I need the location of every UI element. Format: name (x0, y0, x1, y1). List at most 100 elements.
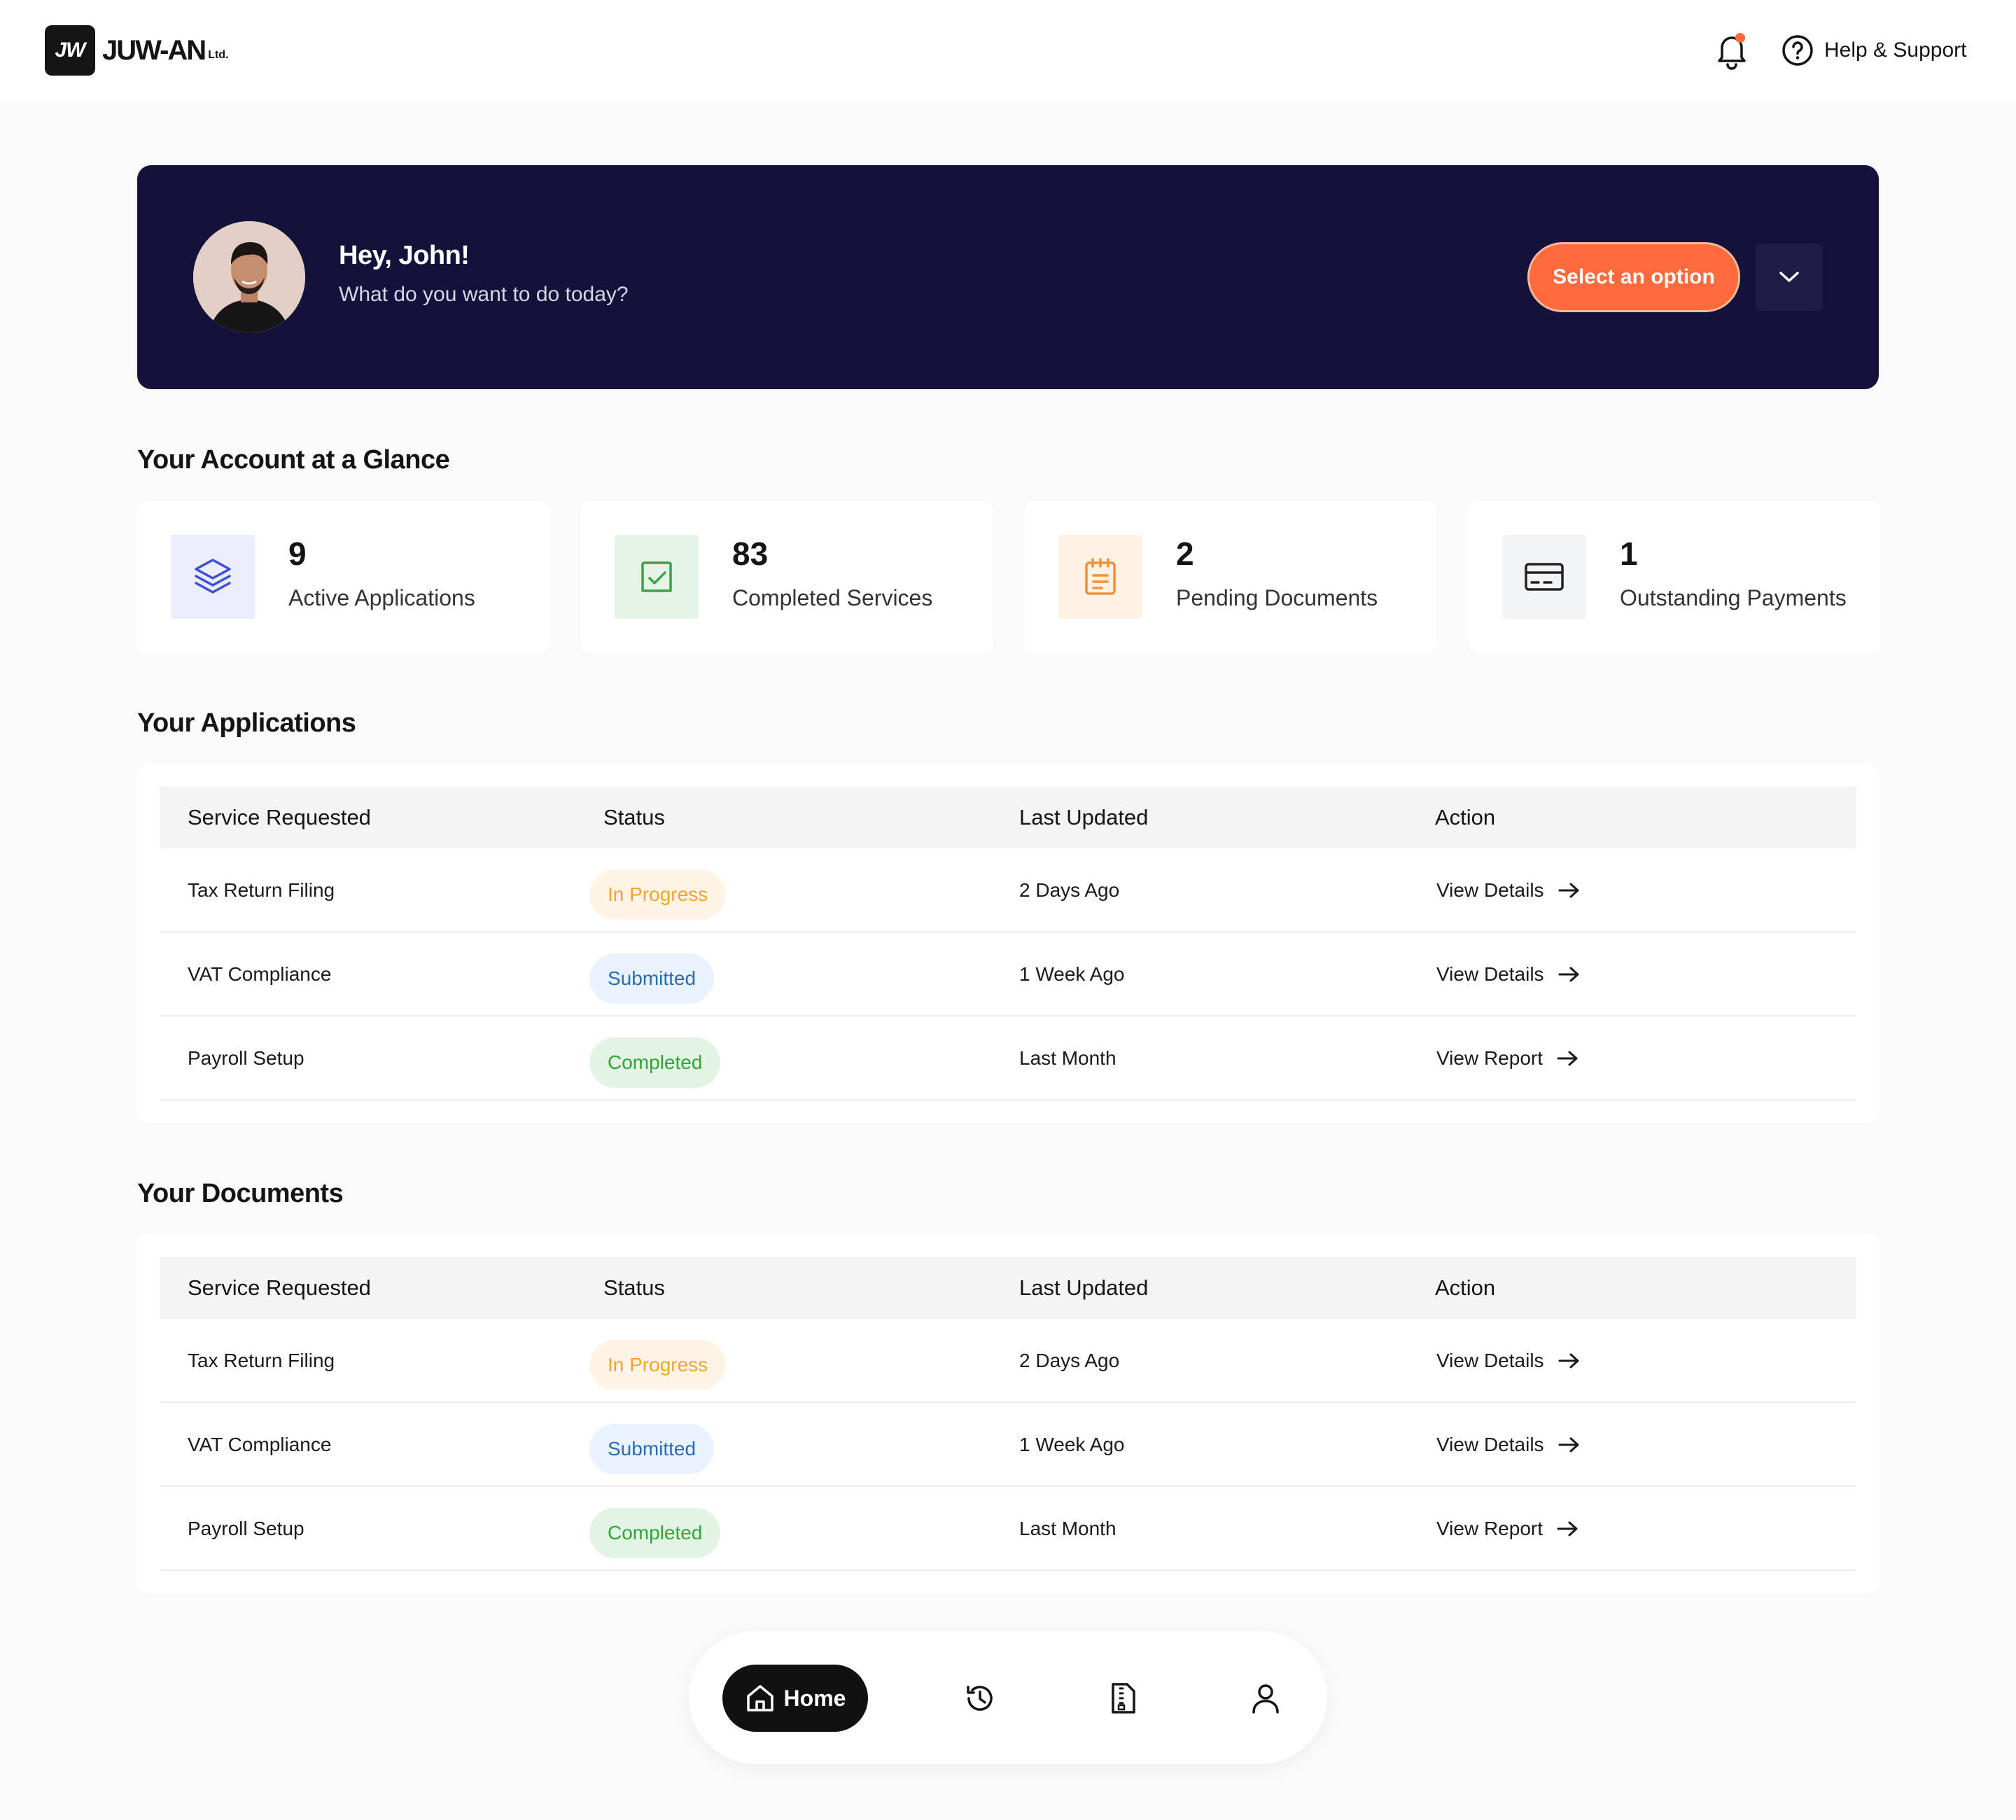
stat-label: Outstanding Payments (1620, 585, 1847, 610)
top-bar: JW JUW-AN Ltd. Help & Support (0, 0, 2016, 101)
column-header[interactable]: Status (603, 1257, 665, 1319)
status-badge: In Progress (589, 869, 727, 920)
table-header: Service Requested Status Last Updated Ac… (160, 1257, 1856, 1319)
greeting-title: Hey, John! (339, 241, 470, 270)
help-circle-icon (1782, 35, 1813, 66)
column-header[interactable]: Service Requested (188, 1257, 371, 1319)
card-icon (1525, 563, 1564, 591)
column-header[interactable]: Action (1435, 1257, 1495, 1319)
notification-bell-icon[interactable] (1714, 31, 1750, 70)
nav-profile-button[interactable] (1232, 1665, 1299, 1732)
service-cell: Tax Return Filing (188, 879, 335, 901)
service-cell: Payroll Setup (188, 1047, 304, 1069)
arrow-right-icon (1558, 883, 1579, 898)
logo-mark: JW (45, 25, 95, 76)
checkbox-icon (641, 561, 672, 592)
stat-label: Completed Services (732, 585, 933, 610)
profile-icon (1252, 1684, 1279, 1714)
help-support-link[interactable]: Help & Support (1781, 32, 1966, 69)
column-header[interactable]: Status (603, 787, 665, 848)
action-label: View Report (1436, 1047, 1544, 1069)
updated-cell: Last Month (1019, 1047, 1116, 1069)
arrow-right-icon (1557, 1521, 1578, 1536)
help-support-label: Help & Support (1824, 38, 1967, 62)
status-badge: Submitted (589, 953, 715, 1004)
service-cell: Tax Return Filing (188, 1350, 335, 1371)
stat-card-pending-documents[interactable]: 2 Pending Documents (1025, 501, 1436, 652)
options-dropdown-toggle[interactable] (1756, 244, 1823, 311)
document-icon (1112, 1683, 1135, 1714)
column-header[interactable]: Last Updated (1019, 787, 1148, 848)
stat-card-completed-services[interactable]: 83 Completed Services (581, 501, 993, 652)
table-row[interactable]: VAT Compliance Submitted 1 Week Ago View… (160, 932, 1856, 1016)
table-header: Service Requested Status Last Updated Ac… (160, 787, 1856, 848)
view-details-link[interactable]: View Details (1436, 848, 1581, 932)
applications-table: Service Requested Status Last Updated Ac… (137, 764, 1879, 1123)
notification-dot (1735, 33, 1745, 43)
updated-cell: 1 Week Ago (1019, 1434, 1125, 1455)
service-cell: Payroll Setup (188, 1518, 304, 1539)
updated-cell: 2 Days Ago (1019, 879, 1120, 901)
section-title-applications: Your Applications (137, 708, 356, 738)
updated-cell: 1 Week Ago (1019, 963, 1125, 985)
column-header[interactable]: Service Requested (188, 787, 371, 848)
stat-card-active-applications[interactable]: 9 Active Applications (137, 501, 549, 652)
select-option-button[interactable]: Select an option (1527, 242, 1740, 312)
status-badge: In Progress (589, 1340, 727, 1390)
stat-icon-box (615, 535, 699, 619)
avatar[interactable] (193, 221, 305, 333)
nav-documents-button[interactable] (1089, 1665, 1156, 1732)
documents-table: Service Requested Status Last Updated Ac… (137, 1235, 1879, 1593)
arrow-right-icon (1558, 1437, 1579, 1452)
table-row[interactable]: Payroll Setup Completed Last Month View … (160, 1487, 1856, 1571)
service-cell: VAT Compliance (188, 1434, 332, 1455)
table-row[interactable]: VAT Compliance Submitted 1 Week Ago View… (160, 1403, 1856, 1487)
nav-home-button[interactable]: Home (722, 1665, 868, 1732)
stat-value: 1 (1620, 536, 1638, 572)
updated-cell: 2 Days Ago (1019, 1350, 1120, 1371)
view-details-link[interactable]: View Details (1436, 1319, 1581, 1403)
table-row[interactable]: Payroll Setup Completed Last Month View … (160, 1016, 1856, 1100)
stat-value: 2 (1176, 536, 1194, 572)
greeting-subtitle: What do you want to do today? (339, 283, 629, 306)
column-header[interactable]: Action (1435, 787, 1495, 848)
logo-suffix: Ltd. (208, 49, 229, 61)
home-icon (746, 1685, 774, 1712)
section-title-documents: Your Documents (137, 1179, 344, 1208)
action-label: View Report (1436, 1518, 1544, 1539)
arrow-right-icon (1557, 1051, 1578, 1066)
logo-text: JUW-AN (102, 34, 206, 66)
action-label: View Details (1436, 1434, 1544, 1455)
logo[interactable]: JW JUW-AN Ltd. (45, 25, 229, 76)
stat-label: Pending Documents (1176, 585, 1378, 610)
history-icon (967, 1686, 993, 1711)
updated-cell: Last Month (1019, 1518, 1116, 1539)
arrow-right-icon (1558, 967, 1579, 982)
bottom-navigation: Home (689, 1631, 1327, 1764)
status-badge: Completed (589, 1037, 721, 1088)
status-badge: Completed (589, 1508, 721, 1558)
stat-icon-box (171, 535, 255, 619)
view-details-link[interactable]: View Details (1436, 1403, 1581, 1487)
stat-value: 9 (288, 536, 307, 572)
stat-label: Active Applications (288, 585, 475, 610)
column-header[interactable]: Last Updated (1019, 1257, 1148, 1319)
action-label: View Details (1436, 963, 1544, 985)
nav-history-button[interactable] (946, 1665, 1014, 1732)
status-badge: Submitted (589, 1424, 715, 1474)
layers-icon (195, 559, 231, 594)
view-report-link[interactable]: View Report (1436, 1487, 1579, 1571)
section-title-glance: Your Account at a Glance (137, 445, 450, 475)
stat-value: 83 (732, 536, 769, 572)
action-label: View Details (1436, 1350, 1544, 1371)
arrow-right-icon (1558, 1353, 1579, 1368)
view-report-link[interactable]: View Report (1436, 1016, 1579, 1100)
stat-icon-box (1058, 535, 1142, 619)
nav-home-label: Home (783, 1685, 846, 1711)
action-label: View Details (1436, 879, 1544, 901)
table-row[interactable]: Tax Return Filing In Progress 2 Days Ago… (160, 848, 1856, 932)
table-row[interactable]: Tax Return Filing In Progress 2 Days Ago… (160, 1319, 1856, 1403)
stat-card-outstanding-payments[interactable]: 1 Outstanding Payments (1469, 501, 1880, 652)
stat-icon-box (1502, 535, 1586, 619)
view-details-link[interactable]: View Details (1436, 932, 1581, 1016)
